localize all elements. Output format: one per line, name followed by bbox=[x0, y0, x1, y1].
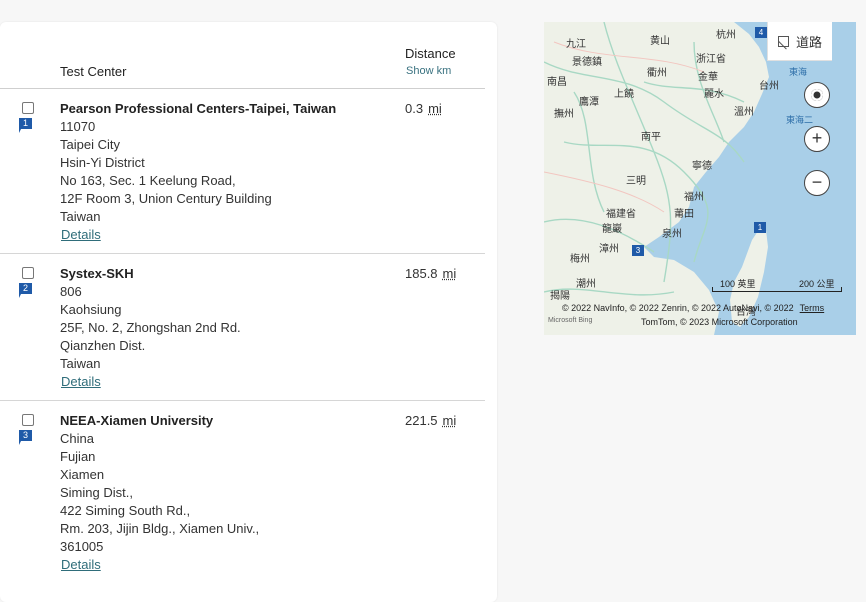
address-line: Taiwan bbox=[60, 209, 101, 224]
map-label: 梅州 bbox=[570, 254, 590, 265]
map-label: 福州 bbox=[684, 192, 704, 203]
details-link[interactable]: Details bbox=[61, 227, 101, 242]
map-label: 南平 bbox=[641, 132, 661, 143]
results-header: Test Center Distance Show km bbox=[0, 22, 485, 89]
center-name: Pearson Professional Centers-Taipei, Tai… bbox=[60, 101, 337, 116]
details-link[interactable]: Details bbox=[61, 374, 101, 389]
address-line: 12F Room 3, Union Century Building bbox=[60, 191, 272, 206]
sea-label: 東海二 bbox=[786, 116, 814, 126]
center-name: Systex-SKH bbox=[60, 266, 134, 281]
address-line: Taipei City bbox=[60, 137, 120, 152]
address-line: China bbox=[60, 431, 94, 446]
scale-km: 200 公里 bbox=[799, 279, 835, 289]
map-view[interactable]: 九江 黄山 杭州 景德鎮 衢州 浙江省 金華 南昌 上饒 麗水 溫州 台州 撫州… bbox=[544, 22, 856, 335]
map-label: 黄山 bbox=[650, 36, 670, 47]
map-label: 金華 bbox=[698, 72, 718, 83]
zoom-out-button[interactable]: − bbox=[804, 170, 830, 196]
map-label: 潮州 bbox=[576, 279, 596, 290]
map-marker[interactable]: 4 bbox=[755, 27, 767, 38]
map-label: 龍巖 bbox=[602, 224, 622, 235]
show-km-toggle[interactable]: Show km bbox=[406, 65, 451, 77]
select-checkbox[interactable] bbox=[22, 414, 34, 426]
map-label: 莆田 bbox=[674, 209, 694, 220]
zoom-in-button[interactable]: + bbox=[804, 126, 830, 152]
map-label: 福建省 bbox=[606, 209, 636, 220]
address-line: Rm. 203, Jijin Bldg., Xiamen Univ., bbox=[60, 521, 260, 536]
map-marker[interactable]: 3 bbox=[632, 245, 644, 256]
map-pin-icon: 3 bbox=[19, 430, 33, 446]
distance-value: 221.5 mi bbox=[405, 413, 457, 428]
map-attribution-2: TomTom, © 2023 Microsoft Corporation bbox=[641, 317, 798, 327]
road-view-button[interactable]: 道路 bbox=[767, 22, 832, 61]
map-label: 漳州 bbox=[599, 244, 619, 255]
map-label: 溫州 bbox=[734, 107, 754, 118]
map-label: 泉州 bbox=[662, 229, 682, 240]
center-name: NEEA-Xiamen University bbox=[60, 413, 214, 428]
map-label: 九江 bbox=[566, 39, 586, 50]
address-line: 422 Siming South Rd., bbox=[60, 503, 191, 518]
address-line: Siming Dist., bbox=[60, 485, 133, 500]
map-label: 麗水 bbox=[704, 89, 724, 100]
map-label: 杭州 bbox=[716, 30, 736, 41]
address-line: Hsin-Yi District bbox=[60, 155, 145, 170]
select-checkbox[interactable] bbox=[22, 102, 34, 114]
results-panel: Test Center Distance Show km 1 Pearson P… bbox=[0, 22, 497, 602]
map-label: 撫州 bbox=[554, 109, 574, 120]
address-line: 806 bbox=[60, 284, 82, 299]
test-center-header: Test Center bbox=[60, 64, 127, 79]
distance-value: 0.3 mi bbox=[405, 101, 442, 116]
sea-label: 東海 bbox=[789, 68, 808, 78]
address-line: 11070 bbox=[60, 119, 96, 134]
map-pin-icon: 1 bbox=[19, 118, 33, 134]
map-label: 南昌 bbox=[547, 77, 567, 88]
select-checkbox[interactable] bbox=[22, 267, 34, 279]
map-attribution: © 2022 NavInfo, © 2022 Zenrin, © 2022 Au… bbox=[562, 303, 825, 313]
map-label: 台州 bbox=[759, 81, 779, 92]
result-row: 1 Pearson Professional Centers-Taipei, T… bbox=[0, 89, 485, 254]
map-label: 鷹潭 bbox=[579, 97, 599, 108]
map-label: 衢州 bbox=[647, 68, 667, 79]
terms-link[interactable]: Terms bbox=[800, 303, 825, 313]
map-label: 浙江省 bbox=[696, 54, 726, 65]
distance-value: 185.8 mi bbox=[405, 266, 457, 281]
distance-header: Distance bbox=[405, 46, 456, 61]
address-line: Kaohsiung bbox=[60, 302, 122, 317]
bing-logo: Microsoft Bing bbox=[548, 317, 593, 324]
map-style-icon bbox=[777, 35, 789, 47]
details-link[interactable]: Details bbox=[61, 557, 101, 572]
map-pin-icon: 2 bbox=[19, 283, 33, 299]
address-line: Fujian bbox=[60, 449, 96, 464]
address-line: Taiwan bbox=[60, 356, 101, 371]
locate-me-button[interactable] bbox=[804, 82, 830, 108]
map-label: 景德鎮 bbox=[572, 57, 602, 68]
address-line: Qianzhen Dist. bbox=[60, 338, 146, 353]
result-row: 3 NEEA-Xiamen University China Fujian Xi… bbox=[0, 401, 485, 591]
map-label: 揭陽 bbox=[550, 291, 570, 302]
address-line: 25F, No. 2, Zhongshan 2nd Rd. bbox=[60, 320, 241, 335]
result-row: 2 Systex-SKH 806 Kaohsiung 25F, No. 2, Z… bbox=[0, 254, 485, 401]
map-label: 上饒 bbox=[614, 89, 634, 100]
map-label: 三明 bbox=[626, 176, 646, 187]
map-label: 寧德 bbox=[692, 161, 712, 172]
map-marker[interactable]: 1 bbox=[754, 222, 766, 233]
address-line: Xiamen bbox=[60, 467, 105, 482]
address-line: 361005 bbox=[60, 539, 104, 554]
address-line: No 163, Sec. 1 Keelung Road, bbox=[60, 173, 236, 188]
